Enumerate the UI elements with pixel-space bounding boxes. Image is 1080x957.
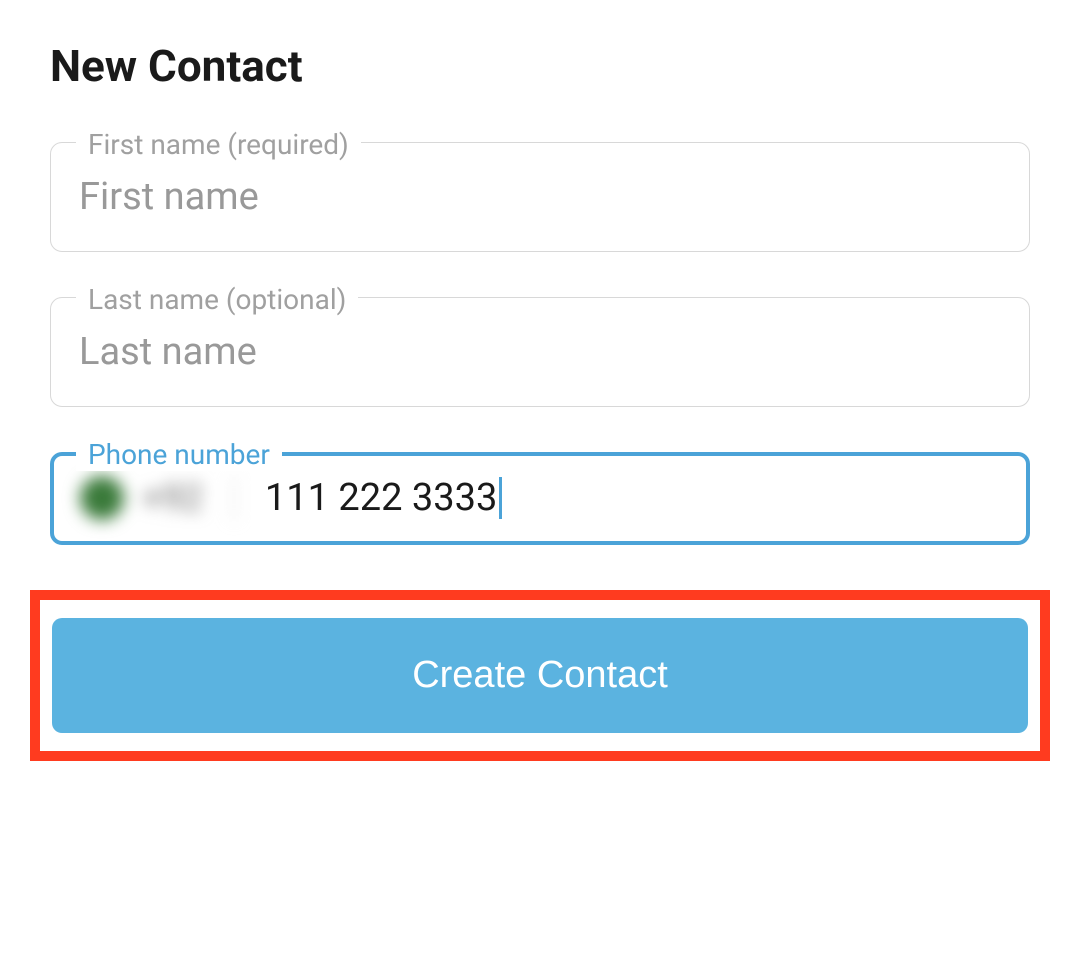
country-code-selector[interactable]: +92	[80, 476, 235, 520]
flag-icon	[80, 476, 124, 520]
button-highlight-annotation: Create Contact	[30, 590, 1050, 761]
create-contact-button[interactable]: Create Contact	[52, 618, 1028, 733]
last-name-label: Last name (optional)	[76, 283, 358, 316]
phone-number-input[interactable]: 111 222 3333	[265, 476, 1000, 521]
text-cursor	[499, 477, 502, 519]
first-name-field-group: First name (required) First name	[50, 142, 1030, 252]
first-name-label: First name (required)	[76, 128, 361, 161]
phone-field-group: Phone number +92 111 222 3333	[50, 452, 1030, 545]
country-code: +92	[142, 477, 203, 519]
last-name-field-group: Last name (optional) Last name	[50, 297, 1030, 407]
page-title: New Contact	[50, 40, 1030, 92]
new-contact-form: New Contact First name (required) First …	[0, 0, 1080, 545]
phone-label: Phone number	[76, 438, 282, 471]
phone-number-value: 111 222 3333	[265, 476, 497, 520]
